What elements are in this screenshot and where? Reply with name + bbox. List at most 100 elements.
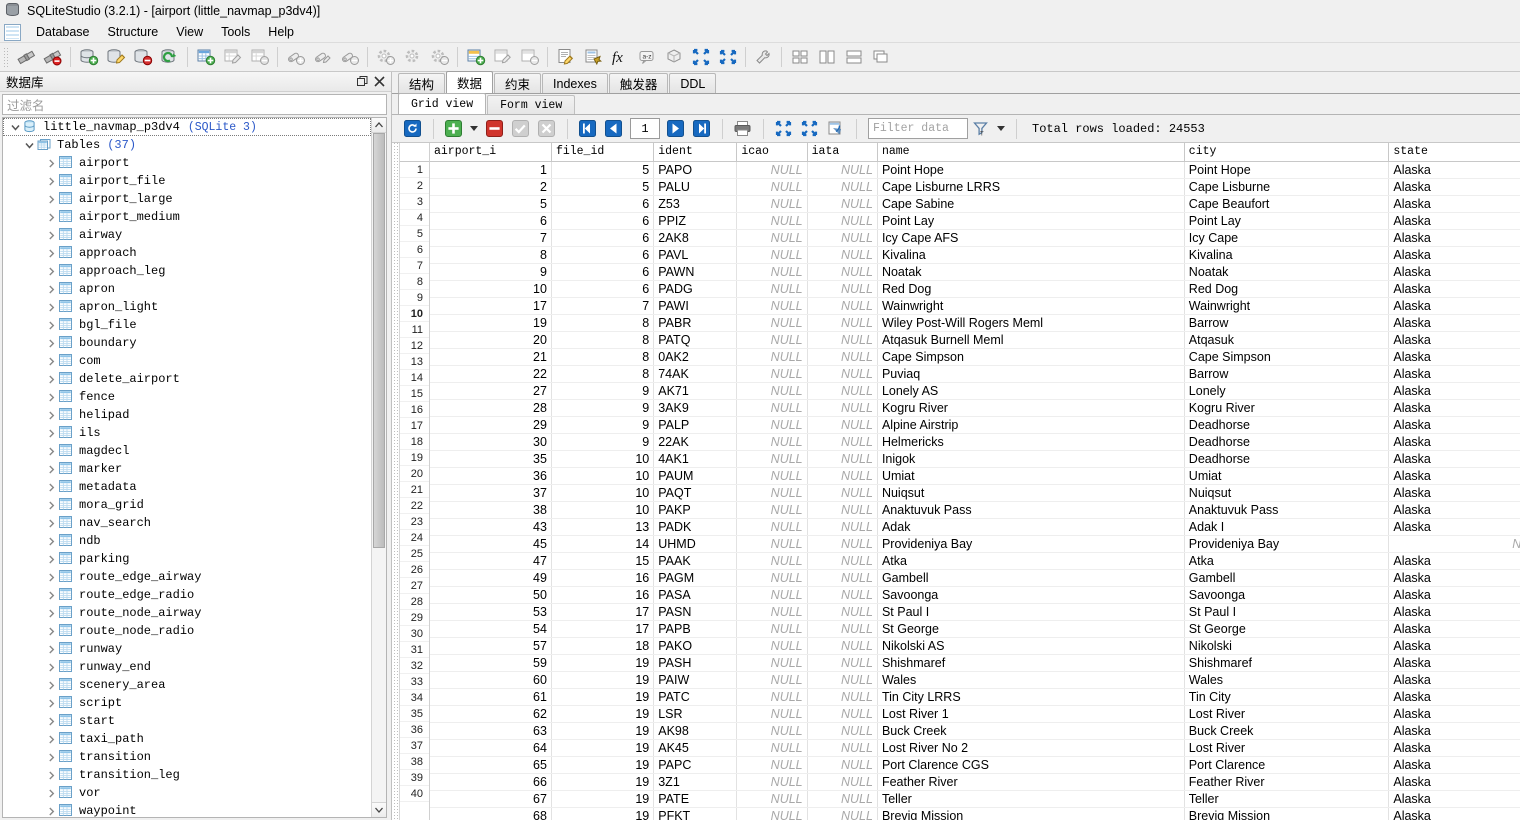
cell-city[interactable]: Cape Simpson xyxy=(1184,348,1390,366)
table-row[interactable]: 6719PATENULLNULLTellerTellerAlaskaUnited… xyxy=(430,790,1520,808)
last-page-icon[interactable] xyxy=(689,118,714,140)
cell-ident[interactable]: Z53 xyxy=(653,195,738,213)
tab-约束[interactable]: 约束 xyxy=(494,73,542,93)
cell-file_id[interactable]: 19 xyxy=(551,807,655,820)
cell-name[interactable]: Kivalina xyxy=(877,246,1185,264)
cell-file_id[interactable]: 19 xyxy=(551,739,655,757)
cell-city[interactable]: Port Clarence xyxy=(1184,756,1390,774)
cell-airport_id[interactable]: 50 xyxy=(430,586,552,604)
cell-file_id[interactable]: 8 xyxy=(551,365,655,383)
cell-name[interactable]: Tin City LRRS xyxy=(877,688,1185,706)
cell-city[interactable]: Anaktuvuk Pass xyxy=(1184,501,1390,519)
next-page-icon[interactable] xyxy=(663,118,688,140)
connect-database-icon[interactable] xyxy=(12,45,39,70)
cell-icao[interactable]: NULL xyxy=(736,416,808,434)
tree-item-table[interactable]: bgl_file xyxy=(3,316,371,334)
cell-city[interactable]: Nikolski xyxy=(1184,637,1390,655)
cell-state[interactable]: Alaska xyxy=(1388,450,1520,468)
table-row[interactable]: 20 8 PATQ NULL NULL Atqasuk Burnell Meml Atqas… xyxy=(430,331,1520,349)
chevron-down-icon[interactable] xyxy=(21,141,37,150)
cell-state[interactable]: Alaska xyxy=(1388,620,1520,638)
cell-file_id[interactable]: 19 xyxy=(551,773,655,791)
cell-name[interactable]: Wiley Post-Will Rogers Meml xyxy=(877,314,1185,332)
cell-iata[interactable]: NULL xyxy=(807,467,878,485)
tree-vertical-scrollbar[interactable] xyxy=(371,118,386,817)
row-number[interactable]: 13 xyxy=(400,354,429,370)
tab-indexes[interactable]: Indexes xyxy=(542,73,608,93)
row-number[interactable]: 12 xyxy=(400,338,429,354)
cell-city[interactable]: Deadhorse xyxy=(1184,433,1390,451)
cell-ident[interactable]: PAGM xyxy=(653,569,738,587)
cell-ident[interactable]: LSR xyxy=(653,705,738,723)
table-row[interactable]: 6019PAIWNULLNULLWalesWalesAlaskaUnited S… xyxy=(430,671,1520,689)
row-number[interactable]: 8 xyxy=(400,274,429,290)
cell-iata[interactable]: NULL xyxy=(807,280,878,298)
cell-file_id[interactable]: 16 xyxy=(551,586,655,604)
chevron-right-icon[interactable] xyxy=(43,375,59,384)
row-number[interactable]: 29 xyxy=(400,610,429,626)
cell-icao[interactable]: NULL xyxy=(736,773,808,791)
cell-ident[interactable]: PAPO xyxy=(653,161,738,179)
cell-ident[interactable]: UHMD xyxy=(653,535,738,553)
cell-airport_id[interactable]: 9 xyxy=(430,263,552,281)
cell-file_id[interactable]: 9 xyxy=(551,416,655,434)
row-number[interactable]: 34 xyxy=(400,690,429,706)
cell-icao[interactable]: NULL xyxy=(736,433,808,451)
row-number[interactable]: 36 xyxy=(400,722,429,738)
cell-state[interactable]: Alaska xyxy=(1388,501,1520,519)
tree-item-table[interactable]: marker xyxy=(3,460,371,478)
table-row[interactable]: 86PAVLNULLNULLKivalinaKivalinaAlaskaUnit… xyxy=(430,246,1520,264)
cell-state[interactable]: Alaska xyxy=(1388,280,1520,298)
row-number[interactable]: 1 xyxy=(400,162,429,178)
row-number[interactable]: 24 xyxy=(400,530,429,546)
disconnect-database-icon[interactable] xyxy=(39,45,66,70)
cell-state[interactable]: Alaska xyxy=(1388,263,1520,281)
tree-item-table[interactable]: ils xyxy=(3,424,371,442)
cell-city[interactable]: Brevig Mission xyxy=(1184,807,1390,820)
cell-ident[interactable]: PAQT xyxy=(653,484,738,502)
cell-city[interactable]: Deadhorse xyxy=(1184,416,1390,434)
delete-index-icon[interactable] xyxy=(336,45,363,70)
cell-ident[interactable]: 2AK8 xyxy=(653,229,738,247)
row-number[interactable]: 3 xyxy=(400,194,429,210)
cell-city[interactable]: Buck Creek xyxy=(1184,722,1390,740)
cell-file_id[interactable]: 10 xyxy=(551,450,655,468)
table-row[interactable]: 54 17 PAPB NULL NULL St George St George Alaska… xyxy=(430,620,1520,638)
cell-icao[interactable]: NULL xyxy=(736,365,808,383)
table-row[interactable]: 30 9 22AK NULL NULL Helmericks Deadhorse Alaska… xyxy=(430,433,1520,451)
refresh-data-icon[interactable] xyxy=(400,118,425,140)
row-number[interactable]: 33 xyxy=(400,674,429,690)
sql-editor-icon[interactable] xyxy=(552,45,579,70)
cell-name[interactable]: Point Hope xyxy=(877,161,1185,179)
cell-icao[interactable]: NULL xyxy=(736,263,808,281)
chevron-right-icon[interactable] xyxy=(43,519,59,528)
cell-state[interactable]: Alaska xyxy=(1388,246,1520,264)
cell-iata[interactable]: NULL xyxy=(807,212,878,230)
cell-state[interactable]: Alaska xyxy=(1388,195,1520,213)
tile-horizontal-icon[interactable] xyxy=(840,45,867,70)
table-row[interactable]: 28 9 3AK9 NULL NULL Kogru River Kogru River Ala… xyxy=(430,399,1520,417)
toolbar-grip[interactable] xyxy=(3,47,9,67)
cell-file_id[interactable]: 18 xyxy=(551,637,655,655)
cell-airport_id[interactable]: 27 xyxy=(430,382,552,400)
tree-item-table[interactable]: route_node_airway xyxy=(3,604,371,622)
cell-iata[interactable]: NULL xyxy=(807,739,878,757)
cell-city[interactable]: Lost River xyxy=(1184,705,1390,723)
cell-city[interactable]: Noatak xyxy=(1184,263,1390,281)
cell-icao[interactable]: NULL xyxy=(736,688,808,706)
cell-city[interactable]: Atka xyxy=(1184,552,1390,570)
cell-file_id[interactable]: 6 xyxy=(551,212,655,230)
cell-icao[interactable]: NULL xyxy=(736,212,808,230)
cell-state[interactable]: Alaska xyxy=(1388,518,1520,536)
chevron-right-icon[interactable] xyxy=(43,609,59,618)
cell-ident[interactable]: PAIW xyxy=(653,671,738,689)
row-number[interactable]: 40 xyxy=(400,786,429,802)
cell-state[interactable]: Alaska xyxy=(1388,212,1520,230)
cell-airport_id[interactable]: 65 xyxy=(430,756,552,774)
tree-item-table[interactable]: airport_file xyxy=(3,172,371,190)
cell-state[interactable]: Alaska xyxy=(1388,433,1520,451)
chevron-right-icon[interactable] xyxy=(43,771,59,780)
scroll-down-icon[interactable] xyxy=(372,802,386,817)
cell-iata[interactable]: NULL xyxy=(807,399,878,417)
cell-icao[interactable]: NULL xyxy=(736,586,808,604)
